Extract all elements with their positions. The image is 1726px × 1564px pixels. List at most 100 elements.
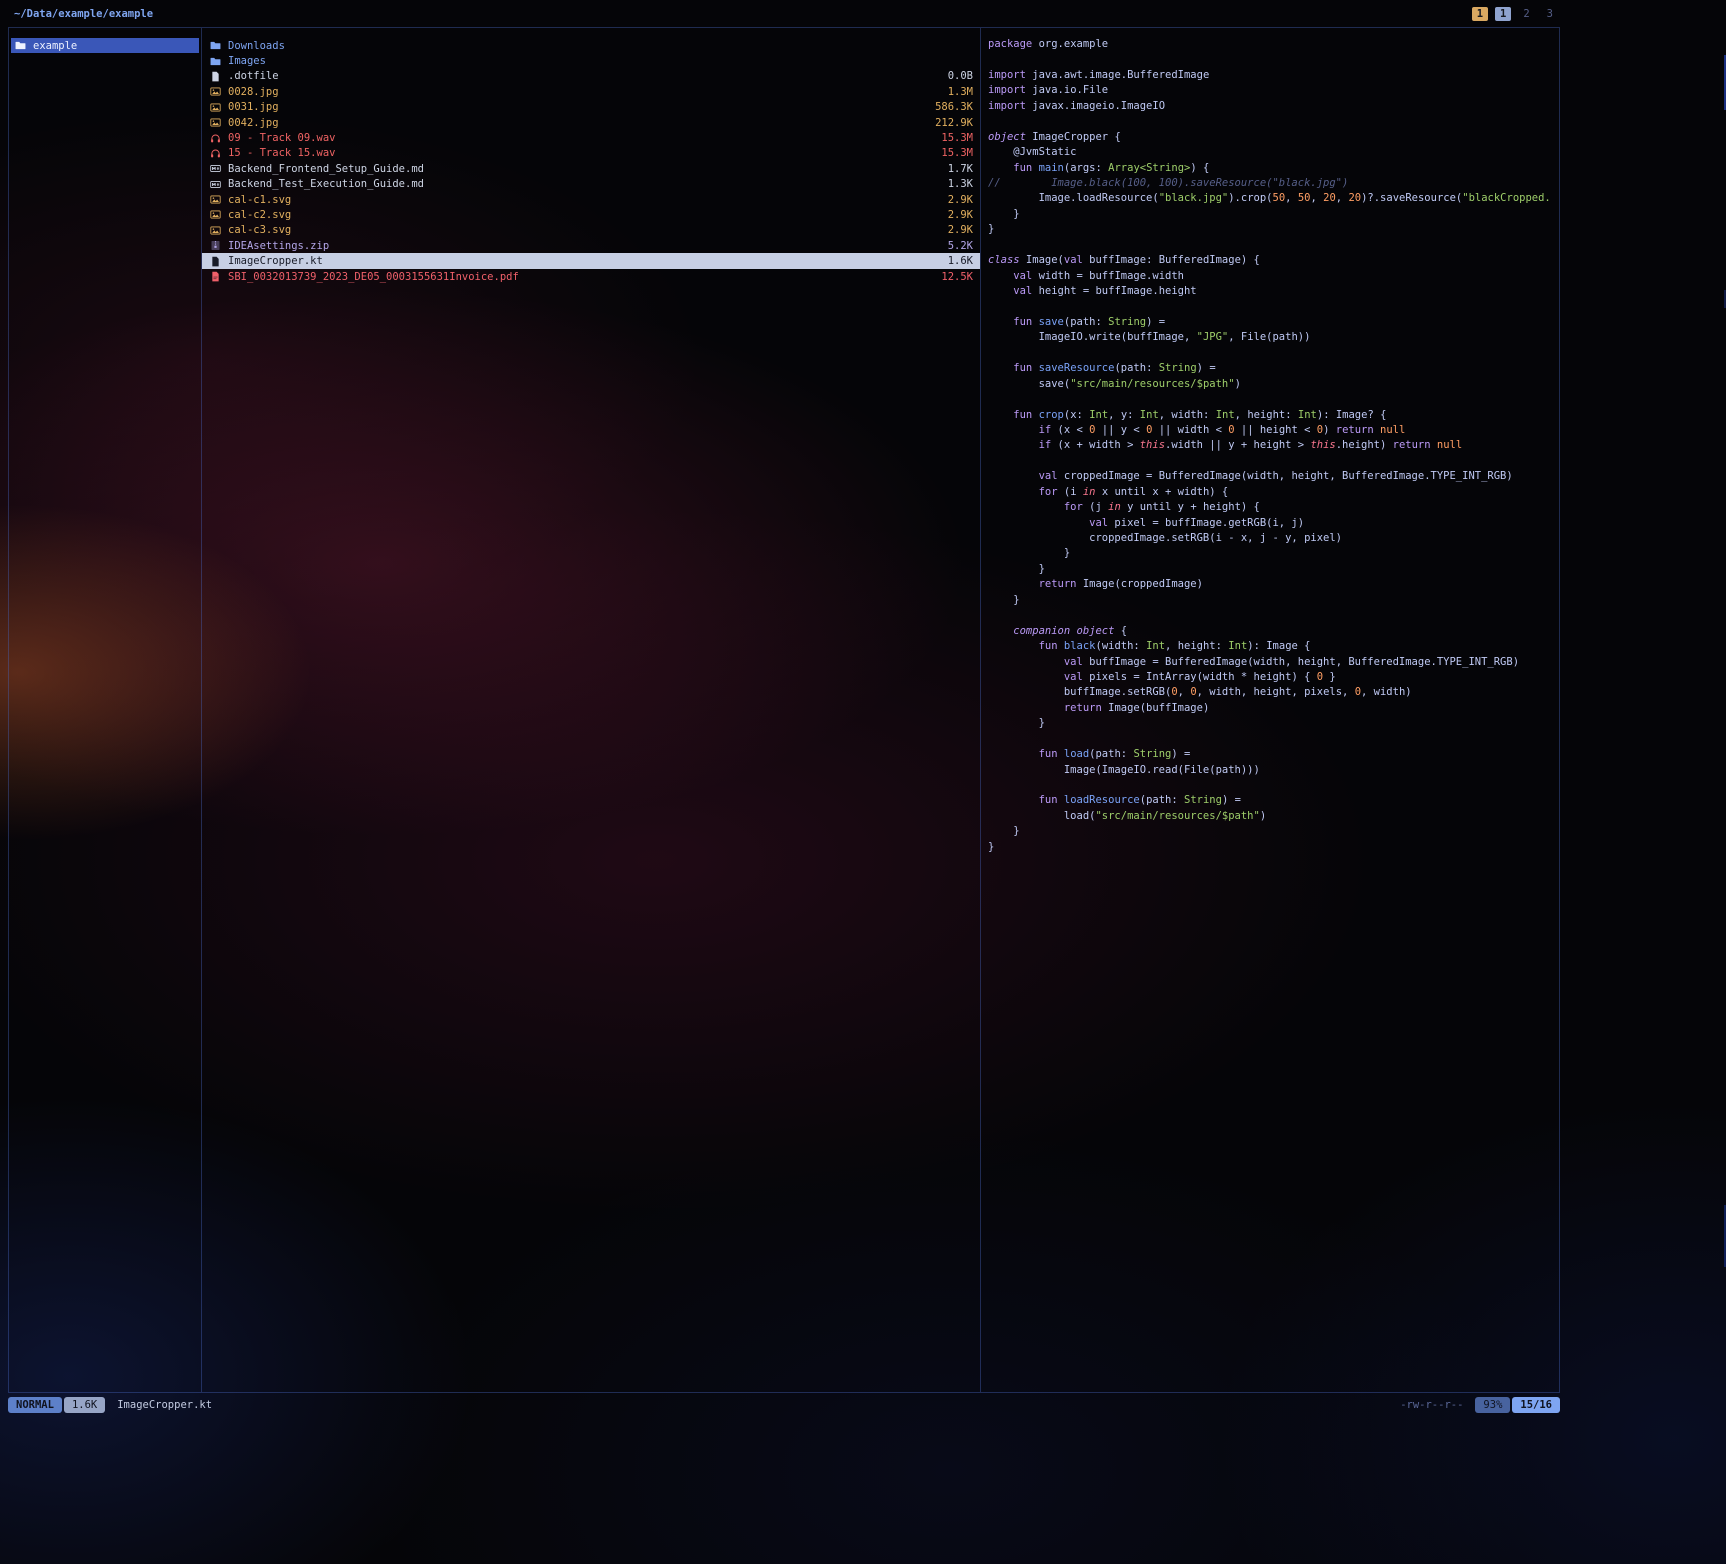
file-row[interactable]: cal-c2.svg2.9K	[202, 207, 980, 222]
file-size: 2.9K	[940, 194, 973, 206]
folder-icon	[210, 40, 225, 51]
file-size: 2.9K	[940, 209, 973, 221]
code-line	[988, 300, 1559, 315]
code-line	[988, 115, 1559, 130]
code-line: buffImage.setRGB(0, 0, width, height, pi…	[988, 686, 1559, 701]
statusbar-right: -rw-r--r-- 93% 15/16	[1400, 1397, 1560, 1413]
file-size: 15.3M	[933, 147, 973, 159]
image-icon	[210, 209, 225, 220]
folder-icon	[15, 40, 30, 51]
parent-pane: example	[9, 28, 202, 1392]
file-row[interactable]: SBI_0032013739_2023_DE05_0003155631Invoi…	[202, 269, 980, 284]
code-line: val pixels = IntArray(width * height) { …	[988, 671, 1559, 686]
file-name: Backend_Frontend_Setup_Guide.md	[228, 163, 424, 175]
file-size: 1.3K	[940, 178, 973, 190]
file-name: IDEAsettings.zip	[228, 240, 329, 252]
file-icon	[210, 71, 225, 82]
code-line: // Image.black(100, 100).saveResource("b…	[988, 177, 1559, 192]
code-line	[988, 609, 1559, 624]
code-line: val width = buffImage.width	[988, 270, 1559, 285]
file-row[interactable]: IDEAsettings.zip 5.2K	[202, 238, 980, 253]
file-name: 0042.jpg	[228, 117, 279, 129]
file-name: SBI_0032013739_2023_DE05_0003155631Invoi…	[228, 271, 519, 283]
code-line: val croppedImage = BufferedImage(width, …	[988, 470, 1559, 485]
markdown-icon	[210, 179, 225, 190]
file-size: 1.6K	[940, 255, 973, 267]
statusbar-left: NORMAL 1.6K ImageCropper.kt	[8, 1397, 212, 1413]
code-line: fun crop(x: Int, y: Int, width: Int, hei…	[988, 409, 1559, 424]
image-icon	[210, 117, 225, 128]
file-row[interactable]: 0042.jpg 212.9K	[202, 115, 980, 130]
file-size: 586.3K	[927, 101, 973, 113]
file-size: 15.3M	[933, 132, 973, 144]
image-icon	[210, 225, 225, 236]
file-row[interactable]: 09 - Track 09.wav 15.3M	[202, 130, 980, 145]
code-line: for (j in y until y + height) {	[988, 501, 1559, 516]
archive-icon	[210, 240, 225, 251]
file-name: 09 - Track 09.wav	[228, 132, 335, 144]
code-line: }	[988, 841, 1559, 856]
code-line: import java.awt.image.BufferedImage	[988, 69, 1559, 84]
topbar: ~/Data/example/example 1123	[8, 4, 1560, 24]
code-line: ImageIO.write(buffImage, "JPG", File(pat…	[988, 331, 1559, 346]
file-name: 15 - Track 15.wav	[228, 147, 335, 159]
mode-badge: NORMAL	[8, 1397, 62, 1413]
code-line: }	[988, 717, 1559, 732]
code-line: val buffImage = BufferedImage(width, hei…	[988, 656, 1559, 671]
file-row[interactable]: ImageCropper.kt1.6K	[202, 253, 980, 268]
file-name: cal-c3.svg	[228, 224, 291, 236]
code-preview: package org.example import java.awt.imag…	[981, 28, 1559, 856]
parent-item-label: example	[33, 40, 77, 52]
file-row[interactable]: cal-c3.svg2.9K	[202, 223, 980, 238]
code-line	[988, 239, 1559, 254]
code-line: Image.loadResource("black.jpg").crop(50,…	[988, 192, 1559, 207]
parent-item[interactable]: example	[11, 38, 199, 53]
file-row[interactable]: 0031.jpg586.3K	[202, 100, 980, 115]
file-size: 212.9K	[927, 117, 973, 129]
image-icon	[210, 86, 225, 97]
code-line: if (x < 0 || y < 0 || width < 0 || heigh…	[988, 424, 1559, 439]
code-line: val pixel = buffImage.getRGB(i, j)	[988, 517, 1559, 532]
code-line: object ImageCropper {	[988, 131, 1559, 146]
tab-2[interactable]: 2	[1518, 7, 1534, 21]
file-size: 1.7K	[940, 163, 973, 175]
code-line: croppedImage.setRGB(i - x, j - y, pixel)	[988, 532, 1559, 547]
file-row[interactable]: Images	[202, 53, 980, 68]
tab-indicators: 1123	[1472, 7, 1560, 21]
file-row[interactable]: cal-c1.svg2.9K	[202, 192, 980, 207]
file-icon	[210, 256, 225, 267]
file-row[interactable]: Backend_Frontend_Setup_Guide.md 1.7K	[202, 161, 980, 176]
file-size: 5.2K	[940, 240, 973, 252]
code-line: return Image(buffImage)	[988, 702, 1559, 717]
image-icon	[210, 194, 225, 205]
file-row[interactable]: 15 - Track 15.wav 15.3M	[202, 146, 980, 161]
code-line: @JvmStatic	[988, 146, 1559, 161]
file-row[interactable]: .dotfile 0.0B	[202, 69, 980, 84]
code-line	[988, 455, 1559, 470]
file-name: Downloads	[228, 40, 285, 52]
folder-icon	[210, 56, 225, 67]
code-line: fun loadResource(path: String) =	[988, 794, 1559, 809]
audio-icon	[210, 148, 225, 159]
permissions-text: -rw-r--r--	[1400, 1399, 1463, 1411]
tab-3[interactable]: 3	[1542, 7, 1558, 21]
file-size: 0.0B	[940, 70, 973, 82]
code-line	[988, 393, 1559, 408]
code-line: class Image(val buffImage: BufferedImage…	[988, 254, 1559, 269]
audio-icon	[210, 133, 225, 144]
file-name: .dotfile	[228, 70, 279, 82]
code-line: Image(ImageIO.read(File(path)))	[988, 764, 1559, 779]
file-row[interactable]: 0028.jpg1.3M	[202, 84, 980, 99]
tab-1[interactable]: 1	[1472, 7, 1488, 21]
file-row[interactable]: Backend_Test_Execution_Guide.md1.3K	[202, 177, 980, 192]
code-line: }	[988, 208, 1559, 223]
tab-1[interactable]: 1	[1495, 7, 1511, 21]
file-name: 0028.jpg	[228, 86, 279, 98]
code-line: fun save(path: String) =	[988, 316, 1559, 331]
breadcrumb-path: ~/Data/example/example	[8, 8, 153, 20]
markdown-icon	[210, 163, 225, 174]
code-line: }	[988, 563, 1559, 578]
code-line: package org.example	[988, 38, 1559, 53]
file-size: 12.5K	[933, 271, 973, 283]
file-row[interactable]: Downloads	[202, 38, 980, 53]
